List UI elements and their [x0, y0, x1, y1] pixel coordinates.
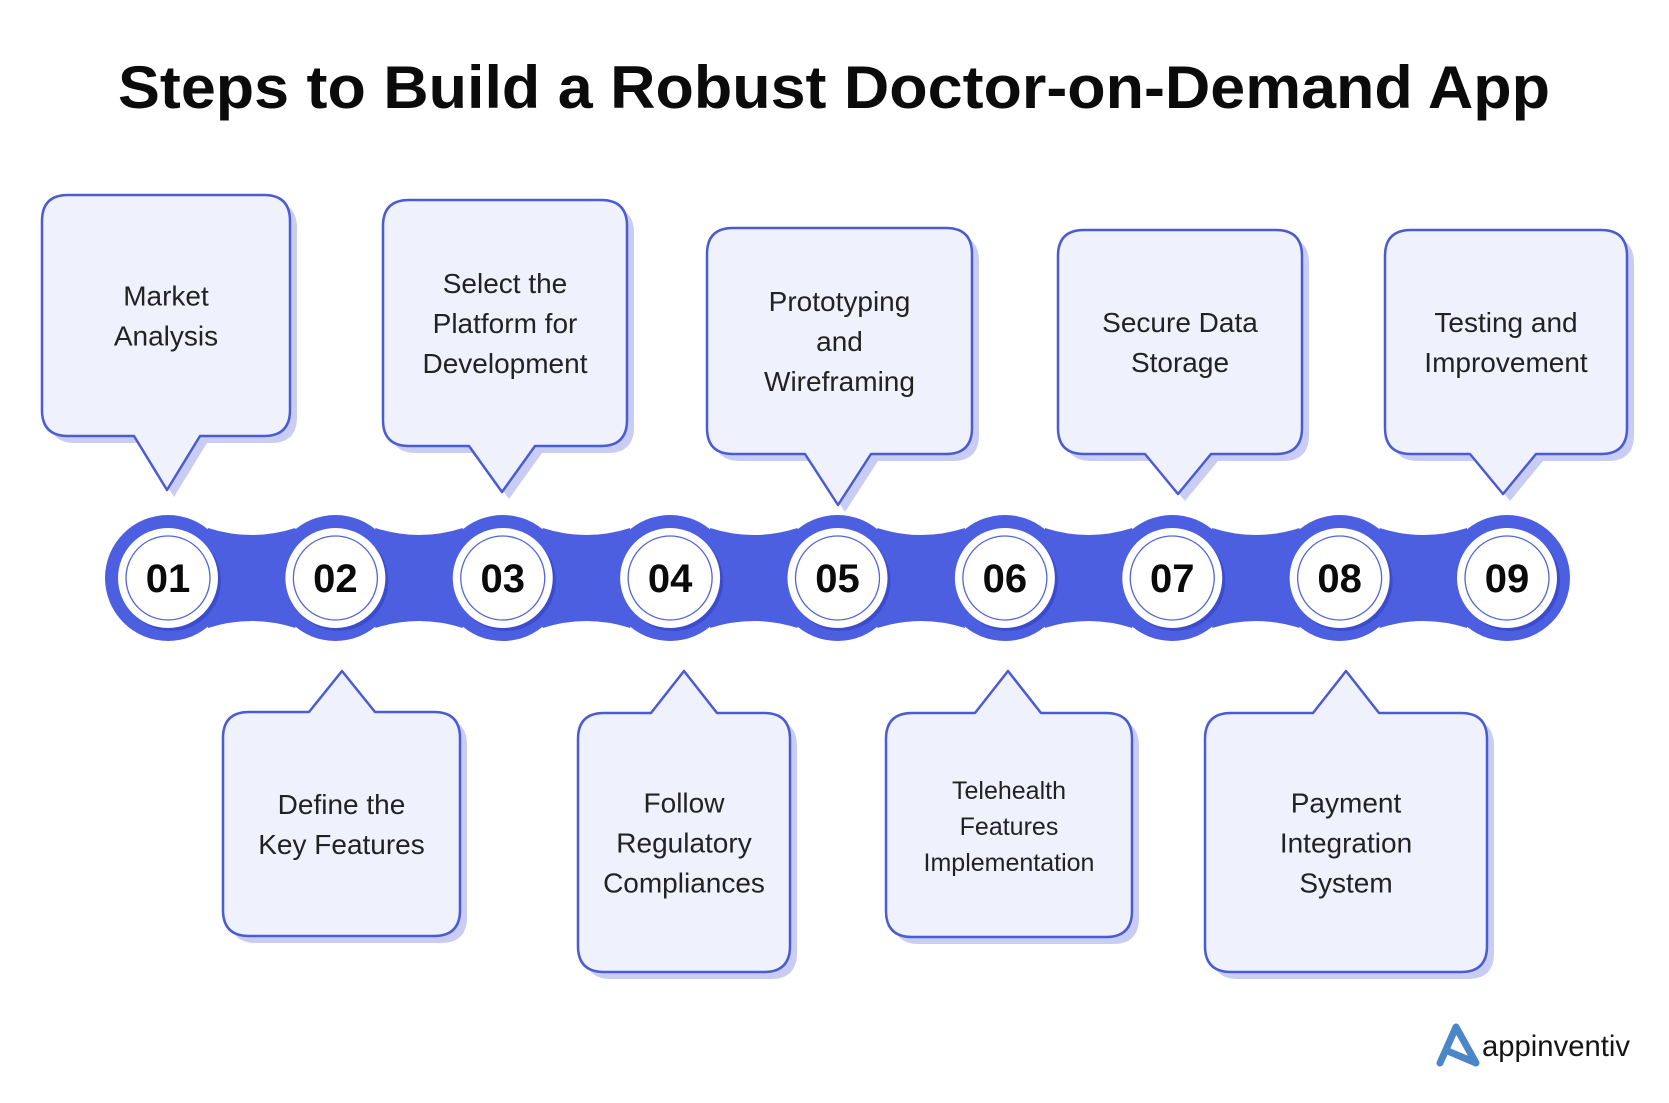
- step-label-line: Define the: [278, 789, 406, 820]
- step-number: 02: [313, 557, 358, 601]
- step-label-line: Follow: [644, 788, 726, 819]
- step-label-line: Key Features: [258, 829, 425, 860]
- bubble-body: [1203, 669, 1489, 974]
- step-number: 06: [983, 557, 1028, 601]
- step-number: 01: [146, 557, 191, 601]
- step-node: 06: [941, 515, 1068, 641]
- step-label-line: Compliances: [603, 868, 765, 899]
- step-label-line: Prototyping: [769, 286, 911, 317]
- infographic-canvas: Steps to Build a Robust Doctor-on-Demand…: [0, 0, 1669, 1103]
- step-label-line: Implementation: [924, 849, 1095, 877]
- step-label-line: Integration: [1280, 828, 1412, 859]
- step-node: 09: [1444, 515, 1570, 641]
- step-label-line: Secure Data: [1102, 307, 1258, 338]
- step-label-line: Testing and: [1434, 307, 1577, 338]
- step-node: 03: [439, 515, 566, 641]
- step-label-line: System: [1299, 868, 1392, 899]
- step-number: 05: [815, 557, 860, 601]
- step-bubble: Payment Integration System: [1203, 669, 1494, 979]
- step-number: 09: [1485, 557, 1530, 601]
- step-label-line: Market: [123, 281, 209, 312]
- step-label-line: Regulatory: [616, 828, 751, 859]
- brand-logo-text: appinventiv: [1482, 1030, 1630, 1063]
- step-label-line: Development: [423, 348, 588, 379]
- step-node: 05: [774, 515, 901, 641]
- bubble-body: [576, 669, 792, 974]
- step-label-line: Platform for: [433, 308, 578, 339]
- step-label-line: Features: [960, 813, 1059, 841]
- step-bubble: Telehealth Features Implementation: [884, 669, 1139, 944]
- step-label-line: Improvement: [1424, 347, 1588, 378]
- step-node: 04: [607, 515, 734, 641]
- step-label-line: Payment: [1291, 788, 1402, 819]
- step-bubble: Secure Data Storage: [1056, 228, 1309, 501]
- step-label-line: Wireframing: [764, 366, 915, 397]
- step-label-line: Analysis: [114, 321, 218, 352]
- step-chain: 01 02 03 04 05 06 07 08 09: [105, 515, 1570, 641]
- step-node: 01: [105, 515, 231, 641]
- step-label-line: Telehealth: [952, 777, 1066, 805]
- step-label-line: Storage: [1131, 347, 1229, 378]
- step-number: 03: [481, 557, 526, 601]
- step-number: 07: [1150, 557, 1195, 601]
- step-number: 04: [648, 557, 693, 601]
- step-node: 02: [272, 515, 399, 641]
- step-bubble: Follow Regulatory Compliances: [576, 669, 797, 979]
- step-node: 07: [1109, 515, 1236, 641]
- step-label-line: Select the: [443, 268, 568, 299]
- step-bubble: Define the Key Features: [221, 669, 467, 943]
- step-number: 08: [1317, 557, 1362, 601]
- page-title: Steps to Build a Robust Doctor-on-Demand…: [118, 54, 1550, 121]
- step-bubble: Testing and Improvement: [1383, 228, 1634, 501]
- step-label-line: and: [816, 326, 863, 357]
- step-node: 08: [1276, 515, 1403, 641]
